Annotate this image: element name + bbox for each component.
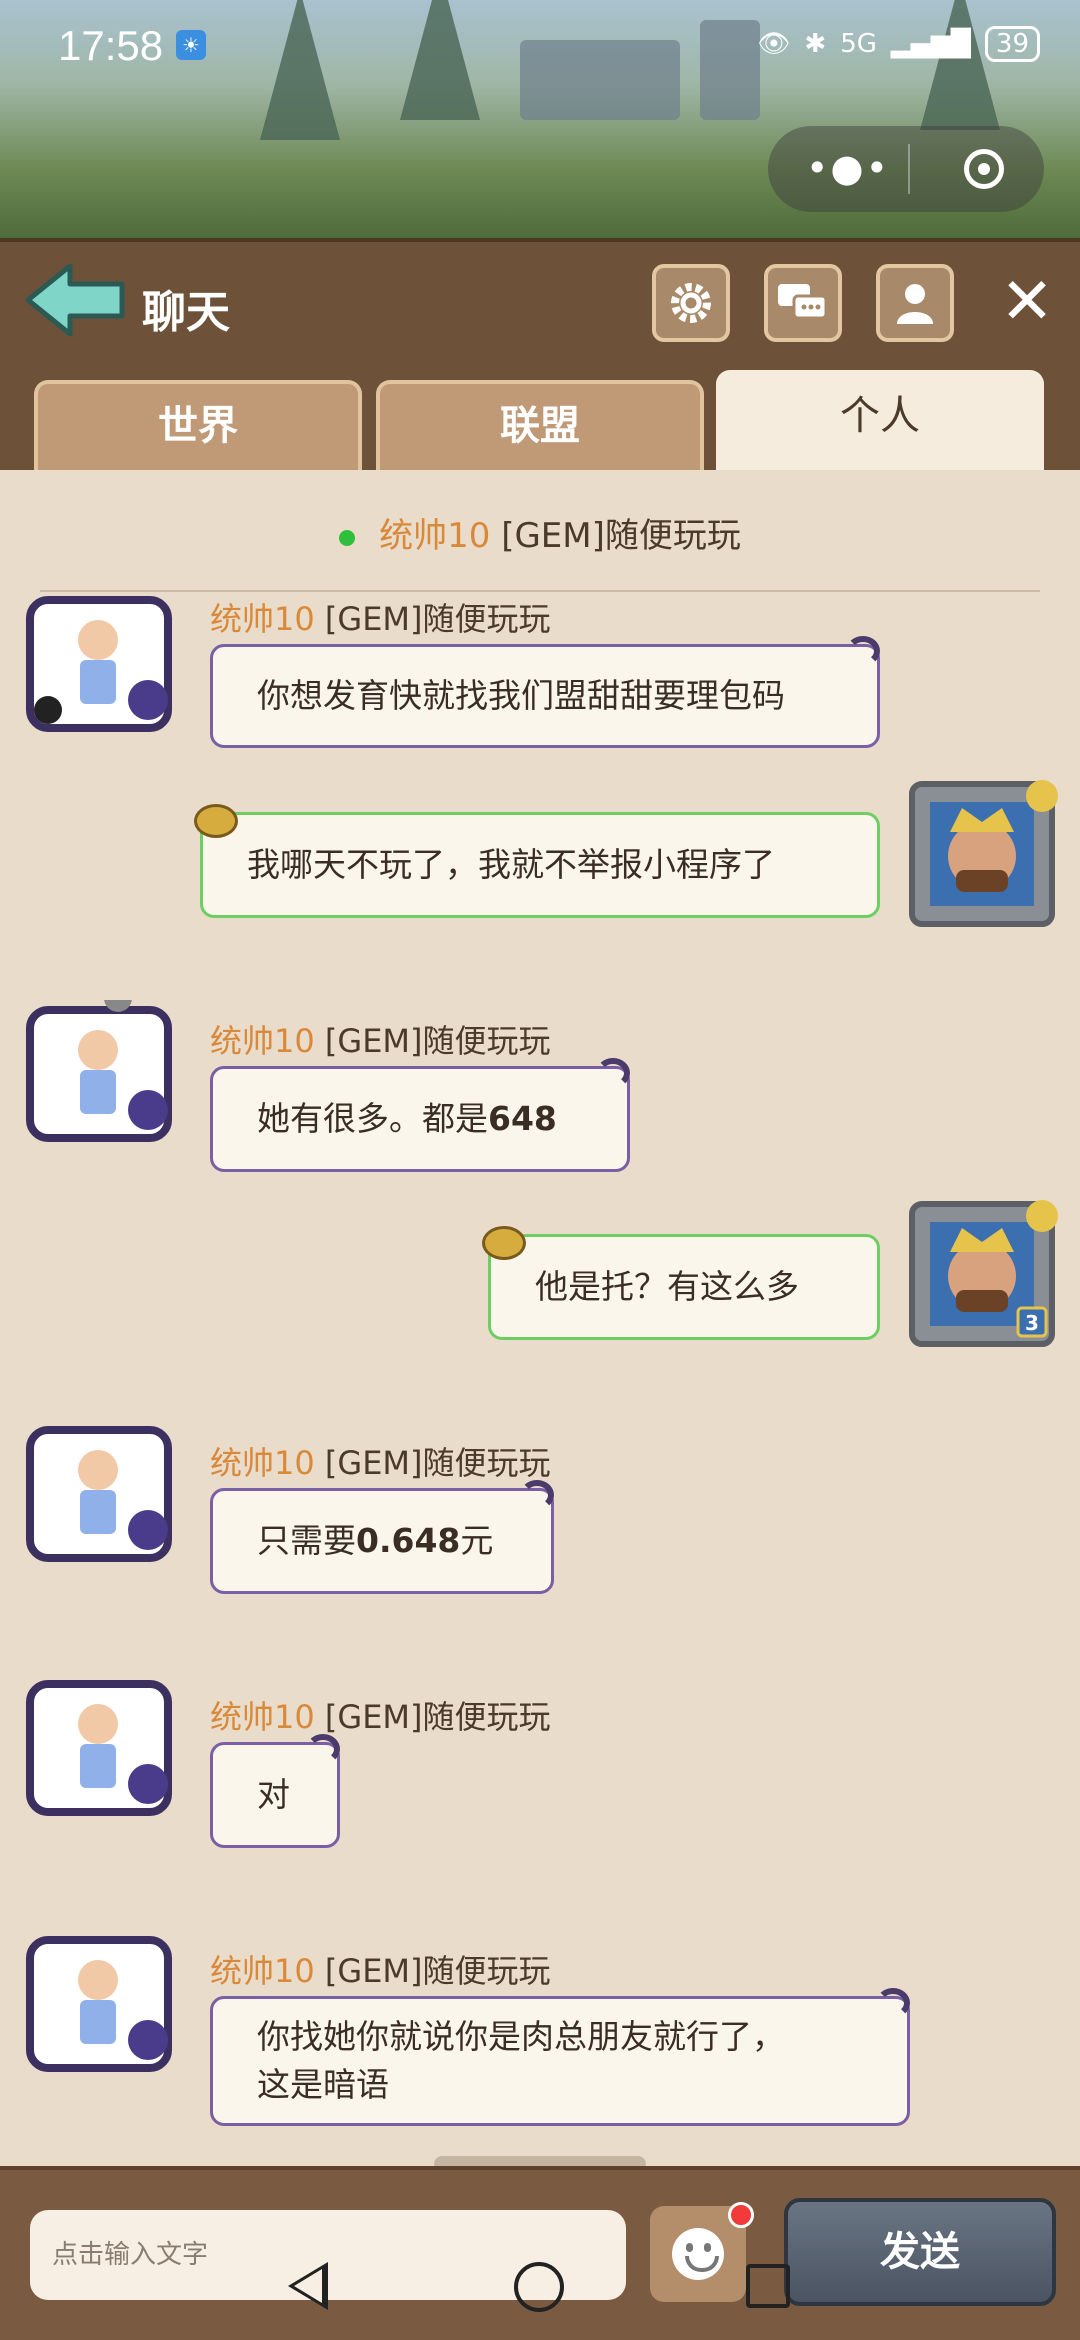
my-message-bubble[interactable]: 我哪天不玩了，我就不举报小程序了 — [200, 812, 880, 918]
chat-bubbles-icon — [778, 284, 828, 320]
king-avatar-icon — [909, 780, 1058, 927]
system-navigation-bar — [0, 2240, 1080, 2340]
avatar-icon — [26, 1936, 172, 2072]
partner-avatar[interactable] — [18, 1420, 178, 1570]
level-badge: 3 — [1025, 1311, 1039, 1335]
tab-world[interactable]: 世界 — [34, 380, 362, 474]
close-icon[interactable]: ✕ — [992, 270, 1062, 340]
partner-alliance: [GEM]随便玩玩 — [501, 516, 741, 556]
conversation-title: 统帅10 [GEM]随便玩玩 — [0, 508, 1080, 568]
gear-icon — [671, 283, 711, 323]
status-bar: 17:58 ☀ 👁 ✱ 5G ▂▄▆█ 39 — [0, 0, 1080, 96]
notification-badge — [728, 2202, 754, 2228]
message-bubble[interactable]: 你找她你就说你是肉总朋友就行了， 这是暗语 — [210, 1996, 910, 2126]
online-status-icon — [339, 529, 356, 546]
my-avatar[interactable]: 3 — [906, 1194, 1062, 1350]
tab-alliance[interactable]: 联盟 — [376, 380, 704, 474]
eye-icon: 👁 — [757, 29, 791, 59]
message-bubble[interactable]: 只需要 0.648 元 — [210, 1488, 554, 1594]
capsule-divider — [908, 144, 910, 194]
page-title: 聊天 — [142, 287, 230, 338]
battery-icon: 39 — [984, 26, 1040, 62]
chat-area[interactable]: 统帅10 [GEM]随便玩玩 统帅10 [GEM]随便玩玩 你想发育快就找我们盟… — [0, 470, 1080, 2168]
more-icon[interactable]: •●• — [806, 146, 890, 190]
nav-recents-icon[interactable] — [746, 2264, 790, 2308]
message-sender: 统帅10 [GEM]随便玩玩 — [210, 600, 551, 638]
status-icons: 👁 ✱ 5G ▂▄▆█ 39 — [757, 26, 1040, 62]
chat-list-button[interactable] — [764, 264, 842, 342]
message-sender: 统帅10 [GEM]随便玩玩 — [210, 1698, 551, 1736]
settings-button[interactable] — [652, 264, 730, 342]
person-icon — [897, 284, 933, 324]
message-sender: 统帅10 [GEM]随便玩玩 — [210, 1952, 551, 1990]
chat-header-bar: 聊天 ✕ 世界 联盟 个人 — [0, 238, 1080, 474]
partner-avatar[interactable] — [18, 1930, 178, 2080]
avatar-icon — [26, 984, 172, 1142]
chat-tabs: 世界 联盟 个人 — [0, 370, 1080, 474]
partner-avatar[interactable] — [18, 590, 178, 740]
king-avatar-icon: 3 — [909, 1200, 1058, 1347]
bubble-curl-icon — [306, 1734, 340, 1764]
tab-personal[interactable]: 个人 — [716, 370, 1044, 474]
coin-icon — [482, 1226, 526, 1260]
message-bubble[interactable]: 她有很多。都是 648 — [210, 1066, 630, 1172]
bubble-curl-icon — [876, 1988, 910, 2018]
weather-icon: ☀ — [176, 30, 206, 60]
profile-button[interactable] — [876, 264, 954, 342]
my-message-bubble[interactable]: 他是托？有这么多 — [488, 1234, 880, 1340]
partner-avatar[interactable] — [18, 984, 178, 1150]
partner-avatar[interactable] — [18, 1674, 178, 1824]
signal-icon: ▂▄▆█ — [890, 29, 971, 59]
bluetooth-icon: ✱ — [804, 29, 827, 59]
bubble-curl-icon — [846, 636, 880, 666]
avatar-icon — [26, 1680, 172, 1816]
message-sender: 统帅10 [GEM]随便玩玩 — [210, 1444, 551, 1482]
divider — [40, 590, 1040, 592]
message-bubble[interactable]: 你想发育快就找我们盟甜甜要理包码 — [210, 644, 880, 748]
nav-back-icon[interactable] — [288, 2262, 328, 2310]
coin-icon — [194, 804, 238, 838]
message-sender: 统帅10 [GEM]随便玩玩 — [210, 1022, 551, 1060]
bubble-curl-icon — [596, 1058, 630, 1088]
avatar-icon — [26, 596, 172, 732]
my-avatar[interactable] — [906, 774, 1062, 930]
close-miniprogram-icon[interactable] — [964, 149, 1004, 189]
miniprogram-capsule: •●• — [768, 126, 1044, 212]
network-label: 5G — [840, 29, 877, 59]
partner-name: 统帅10 — [379, 516, 491, 556]
status-time: 17:58 — [58, 22, 164, 69]
bubble-curl-icon — [520, 1480, 554, 1510]
nav-home-icon[interactable] — [514, 2262, 564, 2312]
back-arrow-icon — [25, 263, 125, 337]
avatar-icon — [26, 1426, 172, 1562]
back-button[interactable] — [24, 260, 128, 340]
